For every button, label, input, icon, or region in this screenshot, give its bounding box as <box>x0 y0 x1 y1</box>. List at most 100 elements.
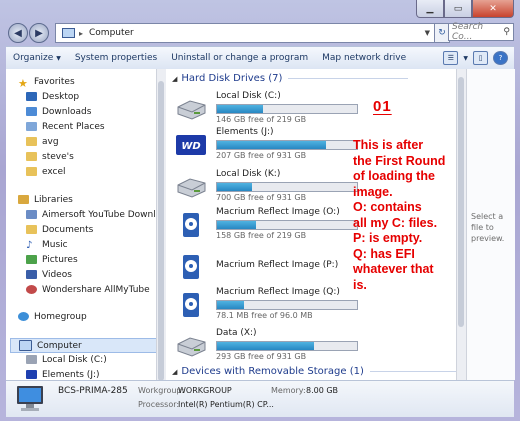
annotation-line: of loading the <box>353 169 435 183</box>
drive-tile[interactable]: Data (X:) 293 GB free of 931 GB <box>176 328 358 366</box>
preview-pane-icon[interactable]: ▯ <box>473 51 488 65</box>
processor-label: Processor: <box>138 400 180 409</box>
nav-computer[interactable]: Computer <box>10 338 156 353</box>
content-scrollbar[interactable] <box>456 69 466 380</box>
annotation-number: 01 <box>373 98 392 115</box>
drive-name: Local Disk (K:) <box>216 169 281 179</box>
hard-drive-icon <box>177 178 206 198</box>
nav-videos[interactable]: Videos <box>26 268 72 281</box>
folder-icon <box>26 152 37 161</box>
search-placeholder: Search Co... <box>452 22 484 42</box>
nav-recent-places[interactable]: Recent Places <box>26 120 105 133</box>
forward-button[interactable]: ▶ <box>29 23 49 43</box>
minimize-button[interactable]: ▁ <box>416 0 444 18</box>
nav-elements-j[interactable]: Elements (J:) <box>26 368 100 380</box>
library-folder-icon <box>26 210 37 219</box>
usage-bar <box>216 341 358 351</box>
collapse-icon: ◢ <box>172 74 178 83</box>
usage-bar <box>216 140 358 150</box>
nav-wondershare[interactable]: Wondershare AllMyTube <box>26 283 150 296</box>
image-disc-icon <box>183 255 199 279</box>
libraries-icon <box>18 195 29 204</box>
drive-free-space: 700 GB free of 931 GB <box>216 193 307 202</box>
wd-drive-icon <box>26 370 37 379</box>
drive-name: Data (X:) <box>216 328 257 338</box>
usage-bar-fill <box>217 221 257 229</box>
nav-local-disk-c[interactable]: Local Disk (C:) <box>26 353 107 366</box>
drive-name: Macrium Reflect Image (P:) <box>216 260 339 270</box>
drive-tile[interactable]: Local Disk (C:) 146 GB free of 219 GB <box>176 91 358 129</box>
usage-bar-fill <box>217 301 244 309</box>
wondershare-icon <box>26 285 37 294</box>
address-location[interactable]: Computer <box>89 28 134 38</box>
change-view-icon[interactable]: ☰ <box>443 51 459 65</box>
image-disc-icon <box>183 293 199 317</box>
drive-tile[interactable]: WD Elements (J:) 207 GB free of 931 GB <box>176 127 358 165</box>
annotation-line: image. <box>353 184 393 199</box>
drive-free-space: 158 GB free of 219 GB <box>216 231 307 240</box>
usage-bar-fill <box>217 141 327 149</box>
nav-libraries[interactable]: Libraries <box>18 193 73 206</box>
explorer-window: ▁ ▭ ✕ ◀ ▶ ▸ Computer ▼ ↻ Search Co... ⚲ … <box>0 0 520 421</box>
annotation-text: This is after the First Round of loading t… <box>353 138 445 293</box>
nav-scrollbar[interactable] <box>156 69 166 381</box>
nav-excel[interactable]: excel <box>26 165 66 178</box>
computer-name: BCS-PRIMA-285 <box>58 386 128 396</box>
drive-tile[interactable]: Local Disk (K:) 700 GB free of 931 GB <box>176 169 358 207</box>
back-arrow-icon: ◀ <box>14 27 22 39</box>
desktop-icon <box>26 92 37 101</box>
group-hard-disk-drives[interactable]: ◢ Hard Disk Drives (7) <box>172 73 409 84</box>
system-properties-button[interactable]: System properties <box>68 53 164 63</box>
annotation-line: the First Round <box>353 153 446 168</box>
star-icon: ★ <box>18 77 28 90</box>
back-button[interactable]: ◀ <box>8 23 28 43</box>
usage-bar <box>216 104 358 114</box>
nav-favorites[interactable]: ★ Favorites <box>18 75 75 91</box>
music-icon: ♪ <box>26 240 33 251</box>
drive-name: Macrium Reflect Image (Q:) <box>216 287 340 297</box>
nav-aimersoft[interactable]: Aimersoft YouTube Download <box>26 208 156 221</box>
preview-pane: Select a file to preview. <box>466 69 515 380</box>
maximize-button[interactable]: ▭ <box>444 0 472 18</box>
annotation-line: Q: has EFI <box>353 246 415 261</box>
computer-icon <box>17 386 43 411</box>
nav-steves[interactable]: steve's <box>26 150 74 163</box>
view-dropdown-icon[interactable]: ▼ <box>463 55 468 62</box>
address-bar[interactable]: ▸ Computer ▼ <box>55 23 435 43</box>
folder-icon <box>26 167 37 176</box>
drive-name: Local Disk (C:) <box>216 91 281 101</box>
svg-text:WD: WD <box>181 141 200 152</box>
usage-bar-fill <box>217 183 252 191</box>
drive-tile[interactable]: Macrium Reflect Image (P:) <box>176 249 356 287</box>
nav-homegroup[interactable]: Homegroup <box>18 310 87 323</box>
nav-pictures[interactable]: Pictures <box>26 253 78 266</box>
uninstall-program-button[interactable]: Uninstall or change a program <box>164 53 315 63</box>
drive-name: Elements (J:) <box>216 127 274 137</box>
drive-free-space: 146 GB free of 219 GB <box>216 115 307 124</box>
details-pane: BCS-PRIMA-285 Workgroup: WORKGROUP Memor… <box>6 380 514 417</box>
organize-button[interactable]: Organize ▼ <box>6 53 68 63</box>
nav-downloads[interactable]: Downloads <box>26 105 91 118</box>
group-removable-storage[interactable]: ◢ Devices with Removable Storage (1) <box>172 366 465 377</box>
address-dropdown-icon[interactable]: ▼ <box>425 29 430 37</box>
map-network-drive-button[interactable]: Map network drive <box>315 53 413 63</box>
close-button[interactable]: ✕ <box>472 0 514 18</box>
annotation-line: all my C: files. <box>353 215 438 230</box>
nav-music[interactable]: ♪ Music <box>26 238 68 252</box>
computer-icon <box>62 28 75 38</box>
drive-tile[interactable]: Macrium Reflect Image (O:) 158 GB free of… <box>176 207 358 245</box>
usage-bar <box>216 300 358 310</box>
memory-value: 8.00 GB <box>306 386 339 395</box>
content-scrollbar-thumb[interactable] <box>458 77 464 327</box>
nav-documents[interactable]: Documents <box>26 223 93 236</box>
drive-tile[interactable]: Macrium Reflect Image (Q:) 78.1 MB free o… <box>176 287 358 325</box>
videos-icon <box>26 270 37 279</box>
nav-avg[interactable]: avg <box>26 135 59 148</box>
annotation-line: P: is empty. <box>353 231 423 245</box>
hard-drive-icon <box>177 337 206 357</box>
nav-scrollbar-thumb[interactable] <box>158 81 164 381</box>
search-input[interactable]: Search Co... ⚲ <box>448 22 514 42</box>
nav-desktop[interactable]: Desktop <box>26 90 79 103</box>
drive-free-space: 207 GB free of 931 GB <box>216 151 307 160</box>
help-icon[interactable]: ? <box>493 51 508 65</box>
